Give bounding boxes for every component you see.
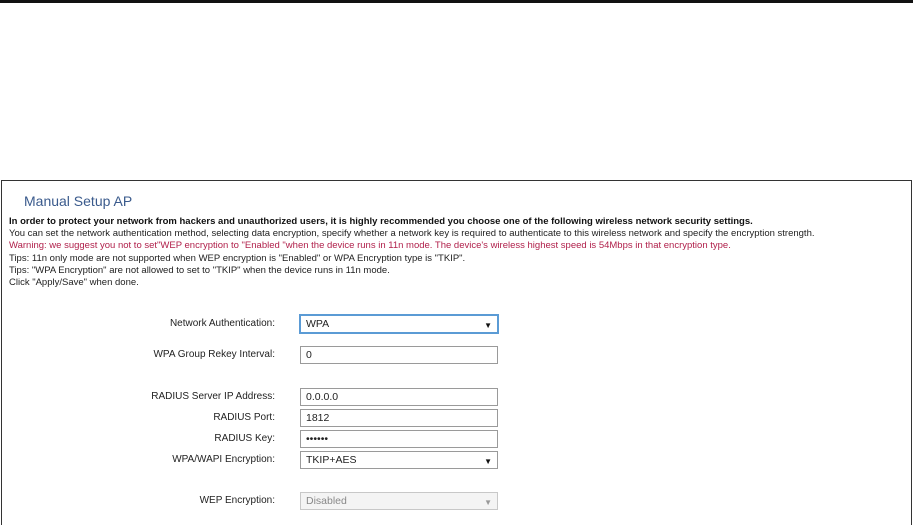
radius-port-label: RADIUS Port:: [213, 412, 275, 423]
radius-ip-row: RADIUS Server IP Address:: [2, 388, 913, 406]
radius-port-input[interactable]: [300, 409, 498, 427]
wpa-encryption-label: WPA/WAPI Encryption:: [172, 454, 275, 465]
network-auth-row: Network Authentication: WPA ▼: [2, 315, 913, 333]
radius-key-input[interactable]: [300, 430, 498, 448]
network-auth-value: WPA: [306, 318, 330, 330]
wep-encryption-label: WEP Encryption:: [199, 495, 275, 506]
radius-key-row: RADIUS Key:: [2, 430, 913, 448]
rekey-interval-row: WPA Group Rekey Interval:: [2, 346, 913, 364]
chevron-down-icon: ▼: [484, 498, 492, 507]
rekey-interval-input[interactable]: [300, 346, 498, 364]
rekey-interval-label: WPA Group Rekey Interval:: [153, 349, 275, 360]
chevron-down-icon: ▼: [484, 457, 492, 466]
wpa-encryption-select[interactable]: TKIP+AES ▼: [300, 451, 498, 469]
radius-ip-input[interactable]: [300, 388, 498, 406]
wep-encryption-select: Disabled ▼: [300, 492, 498, 510]
radius-ip-label: RADIUS Server IP Address:: [151, 391, 275, 402]
wep-encryption-value: Disabled: [306, 495, 347, 507]
network-auth-label: Network Authentication:: [169, 318, 275, 329]
radius-key-label: RADIUS Key:: [214, 433, 275, 444]
manual-setup-panel: Manual Setup AP In order to protect your…: [1, 180, 912, 525]
apply-save-hint: Click "Apply/Save" when done.: [9, 277, 139, 289]
warning-text: Warning: we suggest you not to set"WEP e…: [9, 240, 731, 252]
top-bar: [0, 0, 913, 3]
panel-title: Manual Setup AP: [24, 193, 133, 209]
intro-heading: In order to protect your network from ha…: [9, 216, 753, 227]
wpa-encryption-value: TKIP+AES: [306, 454, 357, 466]
tip-11n-mode: Tips: 11n only mode are not supported wh…: [9, 252, 466, 264]
intro-text: In order to protect your network from ha…: [9, 216, 909, 289]
wpa-encryption-row: WPA/WAPI Encryption: TKIP+AES ▼: [2, 451, 913, 469]
wep-encryption-row: WEP Encryption: Disabled ▼: [2, 492, 913, 510]
radius-port-row: RADIUS Port:: [2, 409, 913, 427]
intro-description: You can set the network authentication m…: [9, 228, 815, 240]
chevron-down-icon: ▼: [484, 321, 492, 330]
tip-wpa-encryption: Tips: "WPA Encryption" are not allowed t…: [9, 264, 390, 276]
network-auth-select[interactable]: WPA ▼: [300, 315, 498, 333]
